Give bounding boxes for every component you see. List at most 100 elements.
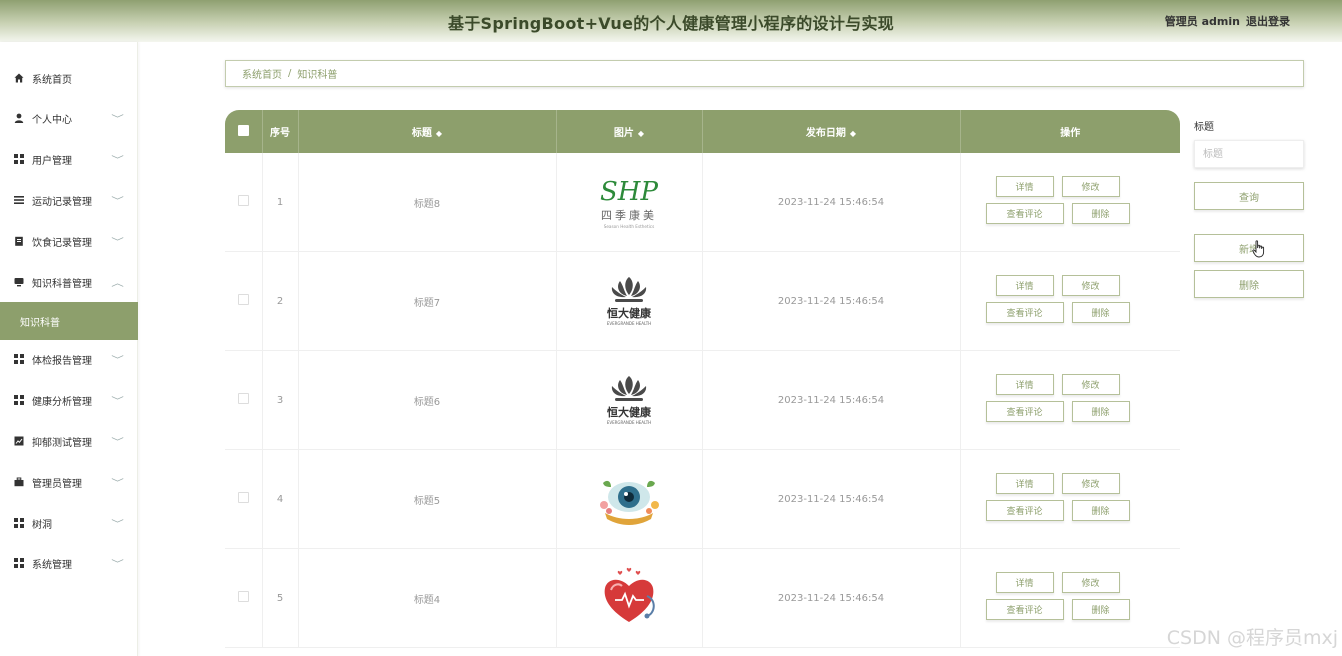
delete-button[interactable]: 删除 (1071, 401, 1130, 422)
sidebar-item-admin-mgmt[interactable]: 管理员管理 ﹀ (0, 470, 138, 494)
sidebar-item-label: 树洞 (32, 519, 52, 531)
row-checkbox[interactable] (237, 492, 249, 503)
clipboard-icon (14, 236, 24, 246)
chevron-down-icon: ﹀ (111, 519, 124, 530)
edit-button[interactable]: 修改 (1061, 572, 1120, 593)
row-image[interactable]: SHP 四季康美 Season Health Esthetics (589, 170, 669, 234)
column-header-title[interactable]: 标题 ◆ (298, 110, 557, 153)
view-comments-button[interactable]: 查看评论 (985, 302, 1064, 323)
row-date: 2023-11-24 15:46:54 (702, 153, 961, 252)
sidebar-item-personal-center[interactable]: 个人中心 ﹀ (0, 106, 138, 130)
detail-button[interactable]: 详情 (995, 176, 1054, 197)
breadcrumb-home[interactable]: 系统首页 (242, 66, 282, 81)
app-title: 基于SpringBoot+Vue的个人健康管理小程序的设计与实现 (447, 14, 895, 33)
add-button[interactable]: 新增 (1194, 234, 1304, 262)
sidebar-subitem-label: 知识科普 (20, 317, 60, 329)
row-image[interactable] (589, 566, 669, 630)
sidebar-item-checkup-mgmt[interactable]: 体检报告管理 ﹀ (0, 347, 138, 371)
edit-button[interactable]: 修改 (1061, 374, 1120, 395)
delete-button[interactable]: 删除 (1071, 599, 1130, 620)
chevron-down-icon: ﹀ (111, 196, 124, 207)
sidebar-item-label: 抑郁测试管理 (32, 437, 92, 449)
sidebar-item-depression-test[interactable]: 抑郁测试管理 ﹀ (0, 429, 138, 453)
chevron-down-icon: ﹀ (111, 396, 124, 407)
user-label: 管理员 admin (1164, 15, 1240, 28)
hand-cursor-icon (1252, 240, 1265, 258)
user-area: 管理员 admin 退出登录 (1165, 13, 1290, 29)
detail-button[interactable]: 详情 (995, 275, 1054, 296)
row-checkbox[interactable] (237, 195, 249, 206)
view-comments-button[interactable]: 查看评论 (985, 500, 1064, 521)
table-row: 5 标题4 2023-11-24 15:46:54 详情 修改 查看评论 删除 (225, 548, 1180, 648)
detail-button[interactable]: 详情 (995, 572, 1054, 593)
row-checkbox[interactable] (237, 294, 249, 305)
row-select-cell (225, 449, 263, 549)
sort-icon: ◆ (637, 129, 645, 138)
title-search-input[interactable] (1194, 140, 1304, 168)
row-select-cell (225, 153, 263, 252)
row-image[interactable]: 恒大健康 EVERGRANDE HEALTH (589, 368, 669, 432)
sidebar-item-user-mgmt[interactable]: 用户管理 ﹀ (0, 147, 138, 171)
query-button[interactable]: 查询 (1194, 182, 1304, 210)
edit-button[interactable]: 修改 (1061, 176, 1120, 197)
column-header-image[interactable]: 图片 ◆ (556, 110, 703, 153)
batch-delete-button[interactable]: 删除 (1194, 270, 1304, 298)
chevron-down-icon: ﹀ (111, 155, 124, 166)
view-comments-button[interactable]: 查看评论 (985, 401, 1064, 422)
edit-button[interactable]: 修改 (1061, 473, 1120, 494)
grid-icon (14, 518, 24, 528)
select-all-checkbox[interactable] (237, 124, 249, 136)
column-header-index: 序号 (262, 110, 299, 153)
view-comments-button[interactable]: 查看评论 (985, 599, 1064, 620)
sort-icon: ◆ (435, 129, 443, 138)
sidebar-item-label: 系统管理 (32, 559, 72, 571)
sidebar-item-health-analysis[interactable]: 健康分析管理 ﹀ (0, 388, 138, 412)
chevron-down-icon: ﹀ (111, 114, 124, 125)
column-header-actions: 操作 (960, 110, 1180, 153)
sidebar-item-label: 管理员管理 (32, 478, 82, 490)
sidebar-item-home[interactable]: 系统首页 (0, 66, 138, 90)
sidebar-item-knowledge-mgmt[interactable]: 知识科普管理 ︿ (0, 270, 138, 294)
sidebar-subitem-knowledge[interactable]: 知识科普 (0, 302, 138, 340)
table-row: 4 标题5 2023-11-24 15:46:54 详情 修改 查看评论 删除 (225, 449, 1180, 549)
column-header-title-label: 标题 (411, 128, 432, 139)
logout-link[interactable]: 退出登录 (1246, 13, 1290, 29)
row-select-cell (225, 548, 263, 648)
row-image-cell (556, 449, 703, 549)
row-image[interactable]: 恒大健康 EVERGRANDE HEALTH (589, 269, 669, 333)
delete-button[interactable]: 删除 (1071, 500, 1130, 521)
row-index: 3 (262, 350, 299, 450)
row-select-cell (225, 350, 263, 450)
table-row: 3 标题6 恒大健康 EVERGRANDE HEALTH 2023-11-24 1… (225, 350, 1180, 450)
detail-button[interactable]: 详情 (995, 473, 1054, 494)
row-checkbox[interactable] (237, 591, 249, 602)
detail-button[interactable]: 详情 (995, 374, 1054, 395)
delete-button[interactable]: 删除 (1071, 203, 1130, 224)
sidebar-item-tree-hole[interactable]: 树洞 ﹀ (0, 511, 138, 535)
edit-button[interactable]: 修改 (1061, 275, 1120, 296)
chart-icon (14, 436, 24, 446)
row-date: 2023-11-24 15:46:54 (702, 251, 961, 351)
sidebar-item-diet-mgmt[interactable]: 饮食记录管理 ﹀ (0, 229, 138, 253)
logo-text: 恒大健康 (607, 405, 652, 419)
watermark: CSDN @程序员mxj (1166, 627, 1338, 649)
delete-button[interactable]: 删除 (1071, 302, 1130, 323)
row-date: 2023-11-24 15:46:54 (702, 350, 961, 450)
row-image-cell: 恒大健康 EVERGRANDE HEALTH (556, 350, 703, 450)
column-header-date-label: 发布日期 (805, 128, 846, 139)
search-label: 标题 (1194, 122, 1214, 133)
logo-subtext: EVERGRANDE HEALTH (607, 420, 651, 425)
sidebar: 系统首页 个人中心 ﹀ 用户管理 ﹀ 运动记录管理 ﹀ 饮食记录管理 ﹀ 知识科… (0, 42, 138, 656)
sidebar-item-system-mgmt[interactable]: 系统管理 ﹀ (0, 551, 138, 575)
row-checkbox[interactable] (237, 393, 249, 404)
view-comments-button[interactable]: 查看评论 (985, 203, 1064, 224)
sidebar-item-exercise-mgmt[interactable]: 运动记录管理 ﹀ (0, 188, 138, 212)
select-all-cell (225, 110, 263, 153)
grid-icon (14, 558, 24, 568)
column-header-date[interactable]: 发布日期 ◆ (702, 110, 961, 153)
row-image[interactable] (589, 467, 669, 531)
home-icon (14, 73, 24, 83)
logo-subtext: EVERGRANDE HEALTH (607, 321, 651, 326)
chevron-down-icon: ﹀ (111, 559, 124, 570)
row-select-cell (225, 251, 263, 351)
